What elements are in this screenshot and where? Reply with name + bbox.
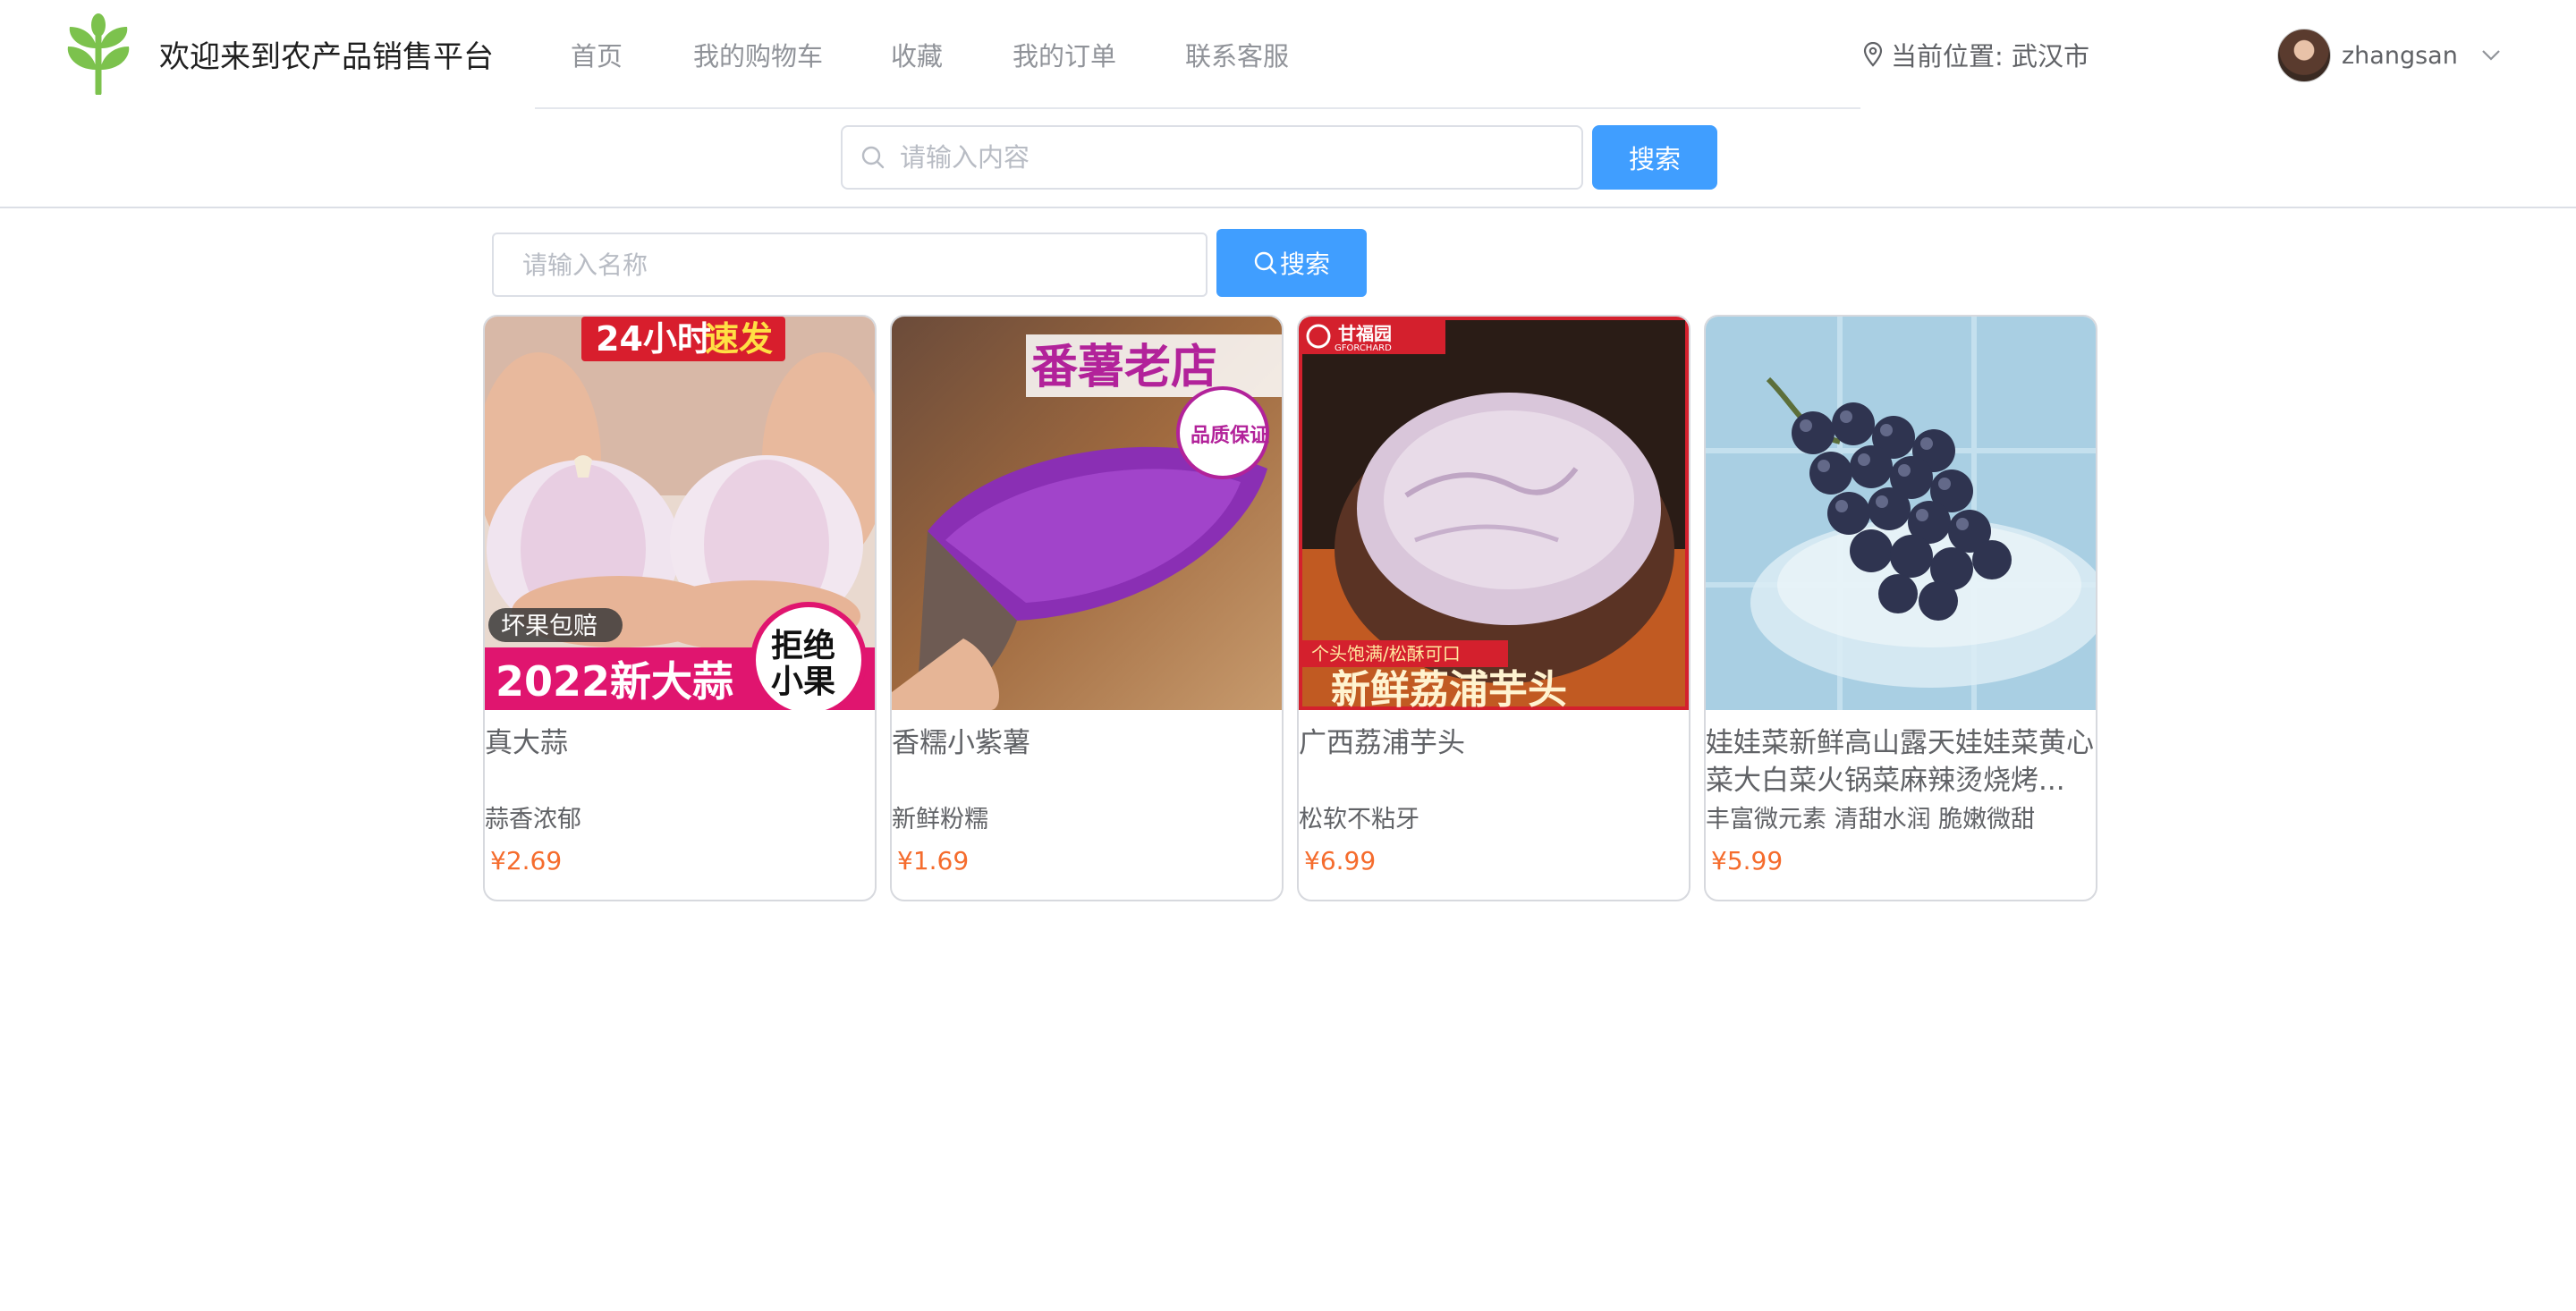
product-image-grapes[interactable] bbox=[1706, 317, 2096, 710]
user-menu[interactable]: zhangsan bbox=[2277, 29, 2501, 82]
product-card[interactable]: 甘福园 GFORCHARD 个头饱满/松酥可口 新鲜荔浦芋头 广西荔浦芋头 松软… bbox=[1297, 315, 1690, 901]
search-icon bbox=[1254, 251, 1277, 275]
nav-home[interactable]: 首页 bbox=[571, 36, 623, 73]
sweet-potato-image: 番薯老店 品质保证 bbox=[892, 317, 1282, 710]
sweet-potato-seal-text: 品质保证 bbox=[1191, 425, 1269, 447]
product-image-taro[interactable]: 甘福园 GFORCHARD 个头饱满/松酥可口 新鲜荔浦芋头 bbox=[1299, 317, 1689, 710]
main-nav: 首页 我的购物车 收藏 我的订单 联系客服 bbox=[535, 0, 1860, 109]
name-filter-search-button[interactable]: 搜索 bbox=[1216, 229, 1367, 297]
avatar[interactable] bbox=[2277, 29, 2331, 82]
search-icon bbox=[861, 146, 885, 169]
header-search-box[interactable] bbox=[841, 125, 1583, 190]
product-image-sweet-potato[interactable]: 番薯老店 品质保证 bbox=[892, 317, 1282, 710]
nav-favorites[interactable]: 收藏 bbox=[891, 36, 943, 73]
product-image-garlic[interactable]: 24小时 速发 坏果包赔 2022新大蒜 拒绝 小果 bbox=[485, 317, 875, 710]
taro-bottom-text: 新鲜荔浦芋头 bbox=[1331, 667, 1567, 710]
product-name[interactable]: 广西荔浦芋头 bbox=[1299, 724, 1689, 762]
name-filter-box[interactable] bbox=[492, 233, 1208, 297]
product-price: ¥6.99 bbox=[1304, 846, 1377, 875]
header-search-input[interactable] bbox=[898, 141, 1560, 173]
garlic-image: 24小时 速发 坏果包赔 2022新大蒜 拒绝 小果 bbox=[485, 317, 875, 710]
product-name[interactable]: 香糯小紫薯 bbox=[892, 724, 1282, 762]
username[interactable]: zhangsan bbox=[2342, 42, 2458, 70]
taro-brand-text: 甘福园 bbox=[1338, 323, 1392, 344]
chevron-down-icon[interactable] bbox=[2481, 49, 2501, 62]
garlic-bottom-text: 2022新大蒜 bbox=[496, 657, 733, 706]
name-filter-input[interactable] bbox=[521, 249, 1182, 281]
nav-orders[interactable]: 我的订单 bbox=[1013, 36, 1116, 73]
garlic-badge-text: 坏果包赔 bbox=[501, 613, 597, 640]
product-card[interactable]: 番薯老店 品质保证 香糯小紫薯 新鲜粉糯 ¥1.69 bbox=[890, 315, 1284, 901]
garlic-banner-text-a: 24小时 bbox=[596, 319, 711, 359]
header-search-button[interactable]: 搜索 bbox=[1592, 125, 1717, 190]
nav-customer-service[interactable]: 联系客服 bbox=[1185, 36, 1289, 73]
product-description: 蒜香浓郁 bbox=[485, 806, 581, 833]
sweet-potato-title-text: 番薯老店 bbox=[1031, 340, 1217, 394]
garlic-circle-line2: 小果 bbox=[771, 664, 835, 700]
site-title: 欢迎来到农产品销售平台 bbox=[159, 39, 494, 75]
taro-brand-sub: GFORCHARD bbox=[1335, 343, 1392, 353]
product-card[interactable]: 娃娃菜新鲜高山露天娃娃菜黄心菜大白菜火锅菜麻辣烫烧烤... 丰富微元素 清甜水润… bbox=[1704, 315, 2097, 901]
leaf-sprout-icon[interactable] bbox=[64, 13, 132, 95]
product-price: ¥2.69 bbox=[490, 846, 563, 875]
product-card[interactable]: 24小时 速发 坏果包赔 2022新大蒜 拒绝 小果 真大蒜 蒜香浓郁 ¥2.6… bbox=[483, 315, 877, 901]
product-price: ¥1.69 bbox=[897, 846, 970, 875]
product-description: 松软不粘牙 bbox=[1299, 806, 1419, 833]
current-location: 当前位置: 武汉市 bbox=[1862, 36, 2089, 73]
product-name[interactable]: 娃娃菜新鲜高山露天娃娃菜黄心菜大白菜火锅菜麻辣烫烧烤... bbox=[1706, 724, 2096, 799]
product-price: ¥5.99 bbox=[1711, 846, 1784, 875]
taro-image: 甘福园 GFORCHARD 个头饱满/松酥可口 新鲜荔浦芋头 bbox=[1299, 317, 1689, 710]
taro-tag-text: 个头饱满/松酥可口 bbox=[1311, 643, 1461, 664]
top-header: 欢迎来到农产品销售平台 首页 我的购物车 收藏 我的订单 联系客服 当前位置: … bbox=[0, 0, 2576, 208]
nav-cart[interactable]: 我的购物车 bbox=[693, 36, 823, 73]
product-description: 新鲜粉糯 bbox=[892, 806, 988, 833]
product-name[interactable]: 真大蒜 bbox=[485, 724, 875, 762]
map-pin-icon bbox=[1863, 42, 1883, 67]
filter-button-label[interactable]: 搜索 bbox=[1280, 245, 1330, 281]
location-label: 当前位置: 武汉市 bbox=[1891, 41, 2089, 72]
product-grid: 24小时 速发 坏果包赔 2022新大蒜 拒绝 小果 真大蒜 蒜香浓郁 ¥2.6… bbox=[483, 315, 2098, 905]
grapes-image bbox=[1706, 317, 2096, 710]
product-description: 丰富微元素 清甜水润 脆嫩微甜 bbox=[1706, 806, 2036, 833]
garlic-banner-text-b: 速发 bbox=[705, 319, 773, 359]
garlic-circle-line1: 拒绝 bbox=[771, 627, 835, 664]
